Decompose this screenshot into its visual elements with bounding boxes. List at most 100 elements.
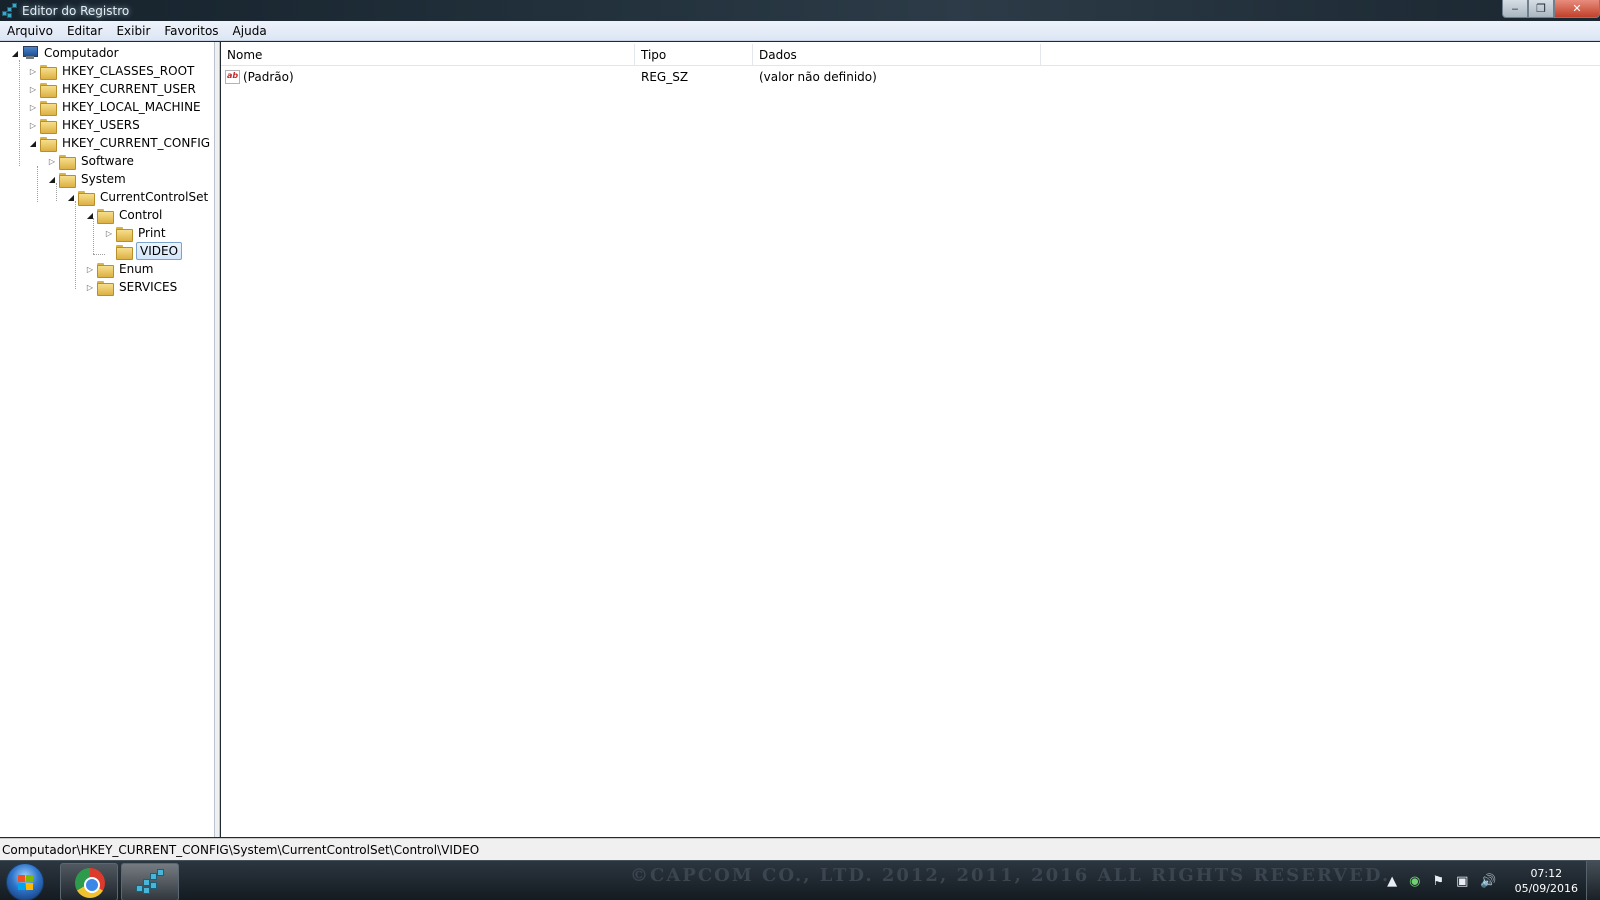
taskbar: ©CAPCOM CO., LTD. 2012, 2011, 2016 ALL R…: [0, 860, 1600, 900]
tree-label: HKEY_LOCAL_MACHINE: [62, 100, 201, 114]
clock[interactable]: 07:12 05/09/2016: [1515, 866, 1578, 896]
tree-label: Computador: [44, 46, 119, 60]
tree-item-services[interactable]: ▷ SERVICES: [85, 278, 179, 296]
clock-date: 05/09/2016: [1514, 882, 1578, 895]
values-list[interactable]: Nome Tipo Dados ab (Padrão) REG_SZ (valo…: [221, 42, 1600, 837]
tree-label: Control: [119, 208, 163, 222]
action-center-flag-icon[interactable]: ⚑: [1432, 874, 1444, 889]
chrome-icon: [75, 868, 105, 898]
taskbar-chrome[interactable]: [60, 863, 118, 900]
column-header-dados[interactable]: Dados: [753, 44, 1041, 66]
tree-item-hklm[interactable]: ▷ HKEY_LOCAL_MACHINE: [28, 98, 203, 116]
expand-icon[interactable]: ▷: [85, 282, 95, 292]
tree-label: Enum: [119, 262, 154, 276]
wallpaper-watermark: ©CAPCOM CO., LTD. 2012, 2011, 2016 ALL R…: [630, 865, 1391, 886]
expand-icon[interactable]: ▷: [104, 228, 114, 238]
collapse-icon[interactable]: ◢: [66, 192, 76, 202]
tree-connector: [37, 166, 38, 202]
folder-icon: [97, 208, 114, 224]
tree-label: HKEY_USERS: [62, 118, 140, 132]
clock-time: 07:12: [1530, 867, 1563, 880]
menu-ajuda[interactable]: Ajuda: [226, 21, 274, 41]
tree-item-hkcr[interactable]: ▷ HKEY_CLASSES_ROOT: [28, 62, 196, 80]
show-hidden-icons-icon[interactable]: ▲: [1387, 874, 1397, 889]
title-bar: Editor do Registro ‒ ❐ ✕: [0, 0, 1600, 21]
expand-icon[interactable]: ▷: [28, 66, 38, 76]
folder-icon: [97, 280, 114, 296]
folder-icon: [40, 100, 57, 116]
start-button[interactable]: [6, 863, 44, 900]
menu-bar: Arquivo Editar Exibir Favoritos Ajuda: [0, 21, 1600, 41]
tree-label: CurrentControlSet: [100, 190, 209, 204]
regedit-app-icon[interactable]: [2, 2, 18, 19]
folder-icon: [116, 226, 133, 242]
tree-connector: [93, 254, 105, 255]
tree-label: SERVICES: [119, 280, 178, 294]
folder-icon: [59, 172, 76, 188]
expand-icon[interactable]: ▷: [28, 120, 38, 130]
folder-icon: [97, 262, 114, 278]
list-header: Nome Tipo Dados: [221, 44, 1600, 66]
computer-icon: [22, 46, 38, 60]
window-title: Editor do Registro: [22, 3, 130, 18]
tree-item-hkcc[interactable]: ◢ HKEY_CURRENT_CONFIG: [28, 134, 212, 152]
maximize-button[interactable]: ❐: [1528, 0, 1554, 18]
value-data: (valor não definido): [759, 70, 877, 84]
tree-item-software[interactable]: ▷ Software: [47, 152, 136, 170]
taskbar-regedit[interactable]: [121, 863, 179, 900]
value-type: REG_SZ: [641, 70, 689, 84]
expand-icon[interactable]: ▷: [28, 102, 38, 112]
tree-connector: [19, 60, 20, 166]
minimize-button[interactable]: ‒: [1502, 0, 1528, 18]
regedit-icon: [136, 869, 166, 897]
window-controls: ‒ ❐ ✕: [1502, 0, 1600, 18]
column-header-tipo[interactable]: Tipo: [635, 44, 753, 66]
system-tray: ▲ ◉ ⚑ ▣ 🔊 07:12 05/09/2016: [1381, 861, 1600, 900]
column-header-nome[interactable]: Nome: [221, 44, 635, 66]
tree-item-video[interactable]: VIDEO: [116, 242, 183, 260]
network-icon[interactable]: ▣: [1456, 874, 1468, 889]
show-desktop-button[interactable]: [1586, 861, 1600, 900]
collapse-icon[interactable]: ◢: [85, 210, 95, 220]
tree-label: HKEY_CURRENT_USER: [62, 82, 196, 96]
tree-item-hkcu[interactable]: ▷ HKEY_CURRENT_USER: [28, 80, 198, 98]
collapse-icon[interactable]: ◢: [10, 48, 20, 58]
expand-icon[interactable]: ▷: [85, 264, 95, 274]
cell-name: ab (Padrão): [221, 68, 635, 86]
folder-icon: [40, 82, 57, 98]
tree-item-system[interactable]: ◢ System: [47, 170, 128, 188]
tree-connector: [75, 201, 76, 289]
registry-tree[interactable]: ◢ Computador ▷ HKEY_CLASSES_ROOT ▷ HKEY_…: [0, 42, 215, 837]
folder-icon: [40, 118, 57, 134]
collapse-icon[interactable]: ◢: [28, 138, 38, 148]
tree-label: HKEY_CLASSES_ROOT: [62, 64, 195, 78]
folder-icon: [116, 244, 133, 260]
tree-item-enum[interactable]: ▷ Enum: [85, 260, 155, 278]
tree-label: Print: [138, 226, 166, 240]
expand-icon[interactable]: ▷: [28, 84, 38, 94]
value-name: (Padrão): [243, 70, 294, 84]
tree-item-hku[interactable]: ▷ HKEY_USERS: [28, 116, 142, 134]
menu-exibir[interactable]: Exibir: [109, 21, 157, 41]
tree-item-computador[interactable]: ◢ Computador: [10, 44, 121, 62]
tree-item-print[interactable]: ▷ Print: [104, 224, 168, 242]
menu-editar[interactable]: Editar: [60, 21, 110, 41]
network-globe-icon[interactable]: ◉: [1409, 874, 1420, 889]
pane-splitter[interactable]: [215, 42, 220, 837]
expand-icon[interactable]: ▷: [47, 156, 57, 166]
list-item[interactable]: ab (Padrão) REG_SZ (valor não definido): [221, 68, 1041, 86]
tree-label: HKEY_CURRENT_CONFIG: [62, 136, 211, 150]
folder-icon: [59, 154, 76, 170]
windows-logo-icon: [18, 875, 34, 891]
tree-item-currentcontrolset[interactable]: ◢ CurrentControlSet: [66, 188, 210, 206]
volume-icon[interactable]: 🔊: [1480, 874, 1496, 889]
folder-icon: [78, 190, 95, 206]
string-value-icon: ab: [225, 70, 240, 84]
close-button[interactable]: ✕: [1554, 0, 1600, 18]
collapse-icon[interactable]: ◢: [47, 174, 57, 184]
menu-favoritos[interactable]: Favoritos: [157, 21, 225, 41]
tree-label: System: [81, 172, 126, 186]
tree-item-control[interactable]: ◢ Control: [85, 206, 164, 224]
folder-icon: [40, 136, 57, 152]
menu-arquivo[interactable]: Arquivo: [0, 21, 60, 41]
